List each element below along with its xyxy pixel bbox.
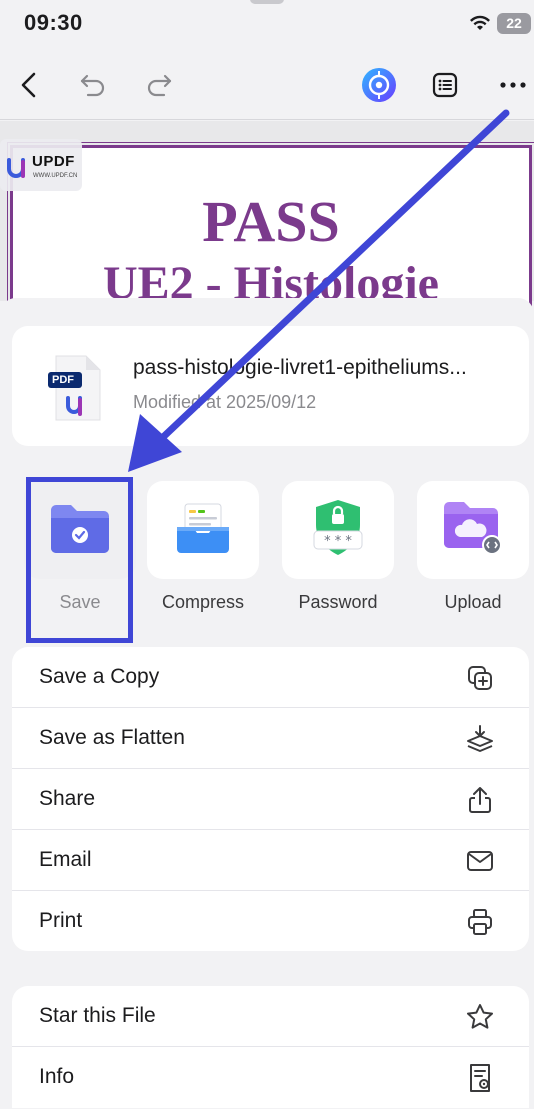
updf-watermark: UPDF WWW.UPDF.CN bbox=[0, 139, 82, 191]
save-highlight-box bbox=[26, 477, 133, 643]
status-time: 09:30 bbox=[24, 10, 83, 35]
pdf-file-icon: PDF bbox=[48, 352, 104, 424]
updf-logo-icon bbox=[6, 157, 30, 184]
battery-indicator: 22 bbox=[497, 13, 531, 34]
menu-item-email[interactable]: Email bbox=[12, 830, 529, 891]
layers-download-icon bbox=[465, 724, 495, 754]
menu-item-star-this-file[interactable]: Star this File bbox=[12, 986, 529, 1047]
upload-label: Upload bbox=[444, 592, 502, 612]
star-icon bbox=[465, 1002, 495, 1032]
updf-site-text: WWW.UPDF.CN bbox=[33, 173, 78, 179]
copy-plus-icon bbox=[465, 663, 495, 693]
email-label: Email bbox=[39, 848, 92, 871]
more-options-icon[interactable] bbox=[496, 68, 530, 102]
wifi-icon bbox=[468, 12, 492, 37]
save-as-flatten-label: Save as Flatten bbox=[39, 726, 185, 749]
svg-text:* * *: * * * bbox=[324, 534, 352, 549]
more-actions-sheet: PDF pass-histologie-livret1-epitheliums.… bbox=[0, 298, 534, 1109]
pdf-badge-text: PDF bbox=[52, 374, 74, 386]
password-label: Password bbox=[298, 592, 378, 612]
status-bar: 09:30 22 bbox=[0, 0, 534, 50]
info-label: Info bbox=[39, 1065, 75, 1088]
compress-label: Compress bbox=[161, 592, 245, 612]
print-label: Print bbox=[39, 909, 83, 932]
file-extra-menu: Star this File Info bbox=[12, 986, 529, 1108]
file-tray-icon bbox=[175, 501, 231, 560]
printer-icon bbox=[465, 907, 495, 937]
document-title-line1: PASS bbox=[202, 189, 340, 254]
updf-brand-text: UPDF bbox=[32, 153, 75, 170]
top-toolbar bbox=[0, 50, 534, 120]
shield-lock-icon: * * * bbox=[308, 497, 368, 564]
undo-icon[interactable] bbox=[76, 68, 110, 102]
dynamic-island bbox=[250, 0, 284, 4]
back-icon[interactable] bbox=[12, 68, 46, 102]
menu-item-share[interactable]: Share bbox=[12, 769, 529, 830]
menu-item-save-as-flatten[interactable]: Save as Flatten bbox=[12, 708, 529, 769]
save-a-copy-label: Save a Copy bbox=[39, 665, 160, 688]
ai-assistant-icon[interactable] bbox=[360, 66, 398, 104]
file-info-card: PDF pass-histologie-livret1-epitheliums.… bbox=[12, 326, 529, 446]
upload-button[interactable]: Upload bbox=[417, 481, 529, 621]
file-actions-menu: Save a Copy Save as Flatten Share Email … bbox=[12, 647, 529, 951]
menu-item-save-a-copy[interactable]: Save a Copy bbox=[12, 647, 529, 708]
outline-list-icon[interactable] bbox=[428, 68, 462, 102]
upload-tile[interactable] bbox=[417, 481, 529, 579]
password-button[interactable]: * * * Password bbox=[282, 481, 394, 621]
mail-icon bbox=[465, 846, 495, 876]
menu-item-info[interactable]: Info bbox=[12, 1047, 529, 1108]
menu-item-print[interactable]: Print bbox=[12, 891, 529, 952]
password-tile[interactable]: * * * bbox=[282, 481, 394, 579]
compress-tile[interactable] bbox=[147, 481, 259, 579]
document-preview: PASS UE2 - Histologie UPDF WWW.UPDF.CN bbox=[0, 121, 534, 338]
share-icon bbox=[465, 785, 495, 815]
share-label: Share bbox=[39, 787, 96, 810]
redo-icon[interactable] bbox=[142, 68, 176, 102]
star-this-file-label: Star this File bbox=[39, 1004, 156, 1027]
compress-button[interactable]: Compress bbox=[147, 481, 259, 621]
cloud-folder-icon bbox=[442, 499, 504, 562]
file-name: pass-histologie-livret1-epitheliums... bbox=[133, 356, 467, 379]
file-modified-date: Modified at 2025/09/12 bbox=[133, 392, 317, 412]
file-info-icon bbox=[465, 1063, 495, 1093]
